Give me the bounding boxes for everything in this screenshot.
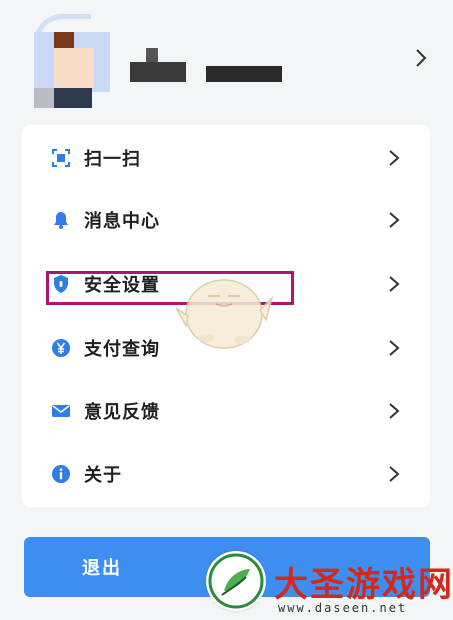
mascot-watermark — [175, 279, 274, 349]
avatar-pixel — [34, 88, 54, 108]
menu-item-label: 意见反馈 — [84, 402, 160, 423]
watermark-brand: 大圣游戏网 — [274, 565, 453, 605]
chevron-right-icon — [389, 403, 400, 419]
info-icon — [50, 463, 72, 485]
yuan-icon — [50, 337, 72, 359]
mail-icon — [50, 400, 72, 422]
menu-item-about[interactable]: 关于 — [22, 443, 430, 505]
avatar-pixel — [54, 32, 74, 48]
avatar-pixel — [54, 88, 92, 108]
username-blurred — [130, 48, 285, 88]
menu-item-messages[interactable]: 消息中心 — [22, 189, 430, 251]
avatar-pixel — [54, 48, 94, 88]
chevron-right-icon — [389, 276, 400, 292]
chevron-right-icon[interactable] — [410, 44, 432, 72]
site-watermark: 大圣游戏网 www.daseen.net — [202, 545, 453, 620]
scan-icon — [50, 147, 72, 169]
menu-item-label: 消息中心 — [84, 211, 160, 232]
chevron-right-icon — [389, 340, 400, 356]
watermark-logo-icon — [206, 551, 266, 611]
watermark-url: www.daseen.net — [278, 601, 408, 615]
profile-header[interactable] — [0, 0, 453, 120]
menu-item-label: 支付查询 — [84, 339, 160, 360]
chevron-right-icon — [389, 212, 400, 228]
chevron-right-icon — [389, 466, 400, 482]
menu-item-scan[interactable]: 扫一扫 — [22, 127, 430, 189]
logout-label: 退出 — [82, 558, 122, 579]
avatar[interactable] — [34, 14, 110, 108]
menu-item-label: 扫一扫 — [84, 149, 141, 170]
bell-icon — [50, 209, 72, 231]
menu-item-label: 关于 — [84, 465, 122, 486]
menu-item-feedback[interactable]: 意见反馈 — [22, 380, 430, 442]
chevron-right-icon — [389, 150, 400, 166]
